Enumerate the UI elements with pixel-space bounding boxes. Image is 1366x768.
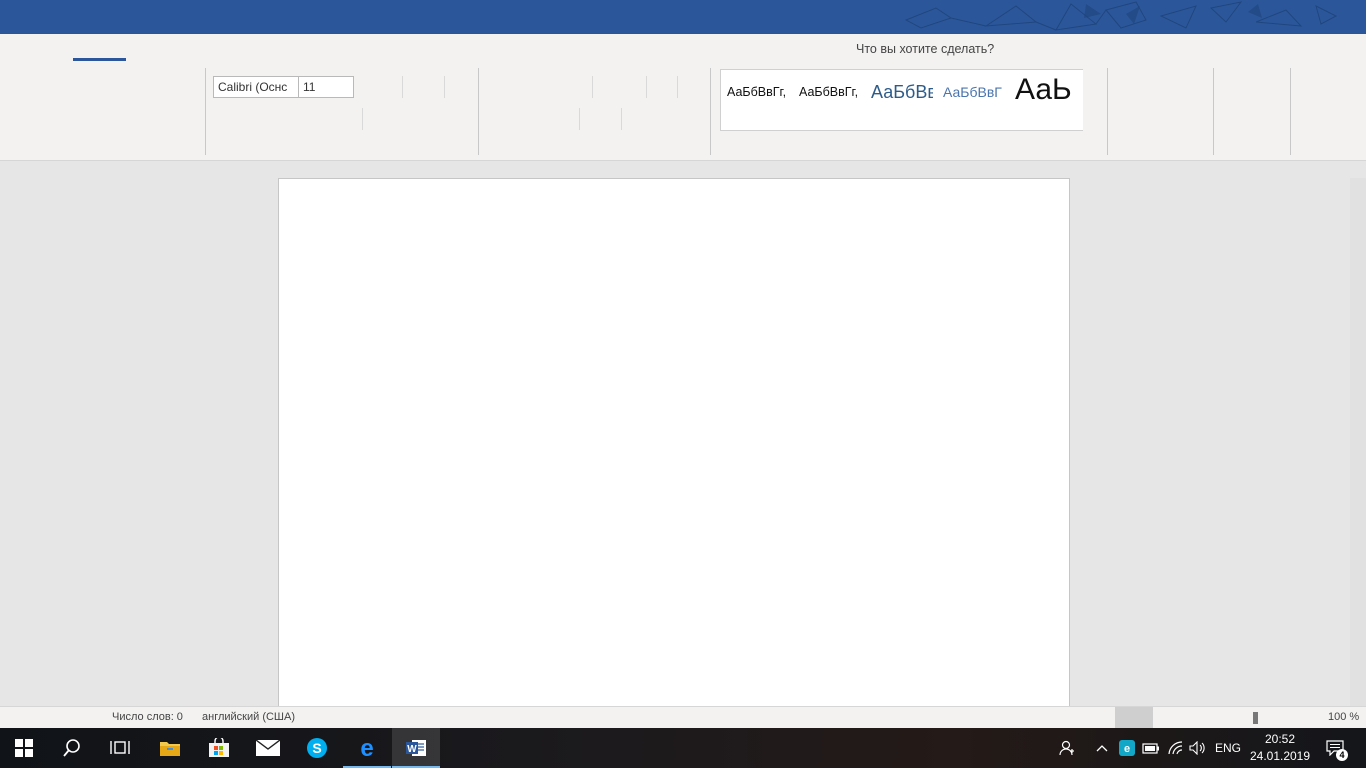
tell-me-search[interactable]: Что вы хотите сделать? [856,42,994,56]
mail-icon [256,740,280,756]
chevron-up-icon [1096,745,1108,752]
start-button[interactable] [0,728,48,768]
svg-text:S: S [312,740,321,756]
clock-date: 24.01.2019 [1249,749,1311,763]
store-button[interactable] [195,728,243,768]
styles-gallery: АаБбВвГг, АаБбВвГг, АаБбВв АаБбВвГ АаЬ [720,69,1083,131]
tray-app-icon: e [1119,740,1135,756]
paragraph-tools-divider [646,76,647,98]
document-area [0,161,1366,718]
svg-text:W: W [407,744,417,755]
paragraph-tools-divider [621,108,622,130]
font-tools-divider [402,76,403,98]
wifi-icon [1168,741,1183,755]
edge-button[interactable]: e [343,728,391,768]
font-size-field[interactable]: 11 [298,76,354,98]
title-bar-decoration [904,1,1338,31]
style-heading-1[interactable]: АаБбВв [871,70,933,130]
editing-group-separator [1213,68,1214,155]
start-icon [15,739,33,757]
vertical-scrollbar[interactable] [1350,178,1366,706]
font-tools-divider [444,76,445,98]
document-page[interactable] [278,178,1070,718]
voice-group-separator [1290,68,1291,155]
network-button[interactable] [1167,728,1185,768]
svg-text:e: e [1124,743,1130,755]
speaker-icon [1189,741,1205,755]
styles-group-separator [1107,68,1108,155]
style-title[interactable]: АаЬ [1015,70,1081,130]
store-icon [209,738,229,757]
clock-time: 20:52 [1264,732,1296,746]
input-language[interactable]: ENG [1212,728,1244,768]
file-explorer-button[interactable] [146,728,194,768]
people-icon [1059,740,1074,756]
taskbar: S e W e ENG 20:52 24.01.2019 [0,728,1366,768]
volume-button[interactable] [1189,728,1207,768]
style-no-spacing[interactable]: АаБбВвГг, [799,70,863,130]
style-normal[interactable]: АаБбВвГг, [727,70,791,130]
font-name-field[interactable]: Calibri (Оснс [213,76,299,98]
battery-button[interactable] [1142,728,1160,768]
title-bar [0,0,1366,34]
status-bar: Число слов: 0 английский (США) 100 % [0,706,1366,729]
skype-button[interactable]: S [293,728,341,768]
search-icon [63,739,80,757]
zoom-slider-thumb[interactable] [1253,712,1258,724]
zoom-level[interactable]: 100 % [1328,711,1359,723]
paragraph-tools-divider [592,76,593,98]
action-center-button[interactable] [1322,728,1348,768]
clipboard-group-separator [205,68,206,155]
word-button[interactable]: W [392,728,440,768]
style-heading-2[interactable]: АаБбВвГ [943,70,1005,130]
svg-text:e: e [360,737,373,759]
font-group-separator [478,68,479,155]
language-indicator[interactable]: английский (США) [202,711,295,723]
search-button[interactable] [48,728,96,768]
mail-button[interactable] [244,728,292,768]
active-tab-indicator [73,58,126,61]
edge-icon: e [360,737,373,759]
file-explorer-icon [160,742,180,756]
horizontal-scroll-thumb[interactable] [1115,707,1153,729]
task-view-icon [110,741,130,754]
battery-icon [1142,743,1159,754]
font-tools-divider [362,108,363,130]
people-button[interactable] [1057,728,1077,768]
word-count[interactable]: Число слов: 0 [112,711,183,723]
show-hidden-icons-button[interactable] [1094,728,1110,768]
notification-count-badge: 4 [1336,749,1348,761]
word-icon: W [406,740,426,756]
paragraph-tools-divider [677,76,678,98]
skype-icon: S [307,738,327,758]
task-view-button[interactable] [96,728,144,768]
tray-app-button[interactable]: e [1118,728,1136,768]
ribbon: Что вы хотите сделать? Calibri (Оснс 11 … [0,34,1366,161]
paragraph-group-separator [710,68,711,155]
clock[interactable]: 20:52 24.01.2019 [1248,731,1312,765]
paragraph-tools-divider [579,108,580,130]
